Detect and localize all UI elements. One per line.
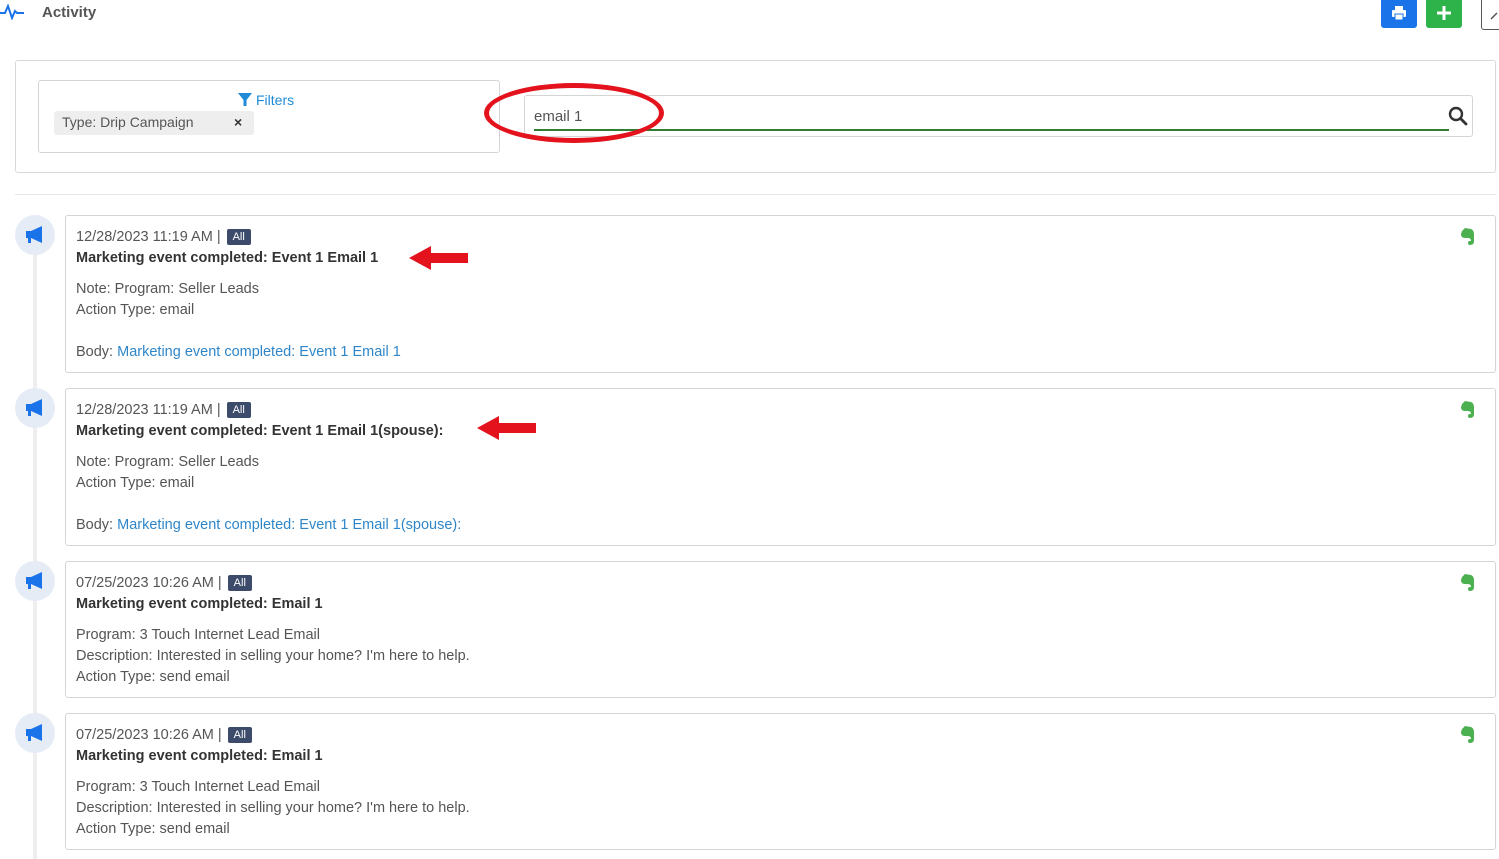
visibility-badge: All [227, 727, 252, 743]
filters-link[interactable]: Filters [238, 92, 294, 108]
evernote-icon[interactable] [1459, 574, 1475, 592]
body-link[interactable]: Marketing event completed: Event 1 Email… [117, 344, 401, 360]
activity-title: Marketing event completed: Email 1 [76, 748, 323, 764]
visibility-badge: All [226, 229, 251, 245]
filter-chip: Type: Drip Campaign × [54, 111, 254, 135]
megaphone-icon [26, 724, 42, 741]
filters-label: Filters [256, 92, 295, 108]
activity-action-type: Action Type: send email [76, 669, 230, 685]
megaphone-avatar [15, 713, 55, 753]
activity-date-line: 12/28/2023 11:19 AM | All [76, 228, 251, 246]
megaphone-avatar [15, 215, 55, 255]
activity-description: Description: Interested in selling your … [76, 800, 470, 816]
activity-card: 07/25/2023 10:26 AM | All Marketing even… [65, 713, 1496, 850]
activity-note: Note: Program: Seller Leads [76, 454, 259, 470]
activity-action-type: Action Type: email [76, 302, 195, 318]
activity-header: Activity [0, 0, 1499, 36]
annotation-arrow [477, 416, 536, 440]
visibility-badge: All [227, 575, 252, 591]
divider [15, 194, 1496, 195]
expand-button[interactable] [1481, 0, 1499, 30]
expand-icon [1490, 12, 1498, 20]
activity-date-line: 07/25/2023 10:26 AM | All [76, 574, 252, 592]
annotation-ellipse [484, 83, 664, 143]
activity-description: Description: Interested in selling your … [76, 648, 470, 664]
evernote-icon[interactable] [1459, 228, 1475, 246]
activity-date: 12/28/2023 11:19 AM | [76, 229, 221, 245]
annotation-arrow [409, 246, 468, 270]
megaphone-icon [26, 572, 42, 589]
activity-body: Body: Marketing event completed: Event 1… [76, 516, 461, 534]
pulse-icon [0, 4, 24, 20]
page-title: Activity [42, 4, 97, 21]
search-icon[interactable] [1448, 106, 1468, 126]
activity-date: 07/25/2023 10:26 AM | [76, 727, 222, 743]
megaphone-icon [26, 226, 42, 243]
chip-remove-icon[interactable]: × [234, 114, 242, 130]
activity-action-type: Action Type: email [76, 475, 195, 491]
megaphone-avatar [15, 561, 55, 601]
activity-card: 12/28/2023 11:19 AM | All Marketing even… [65, 215, 1496, 373]
activity-date: 12/28/2023 11:19 AM | [76, 402, 221, 418]
evernote-icon[interactable] [1459, 401, 1475, 419]
filter-chip-label: Type: Drip Campaign [62, 114, 194, 130]
print-icon [1392, 6, 1406, 21]
timeline-line [33, 216, 37, 859]
filter-icon [238, 93, 252, 106]
activity-program: Program: 3 Touch Internet Lead Email [76, 627, 320, 643]
activity-date-line: 07/25/2023 10:26 AM | All [76, 726, 252, 744]
add-button[interactable] [1426, 0, 1462, 28]
megaphone-avatar [15, 388, 55, 428]
activity-action-type: Action Type: send email [76, 821, 230, 837]
search-input[interactable] [534, 103, 1449, 131]
body-label: Body: [76, 344, 114, 360]
activity-note: Note: Program: Seller Leads [76, 281, 259, 297]
activity-program: Program: 3 Touch Internet Lead Email [76, 779, 320, 795]
activity-card: 12/28/2023 11:19 AM | All Marketing even… [65, 388, 1496, 546]
print-button[interactable] [1381, 0, 1417, 28]
activity-body: Body: Marketing event completed: Event 1… [76, 343, 401, 361]
evernote-icon[interactable] [1459, 726, 1475, 744]
body-label: Body: [76, 517, 114, 533]
activity-date: 07/25/2023 10:26 AM | [76, 575, 222, 591]
activity-title: Marketing event completed: Event 1 Email… [76, 250, 379, 266]
activity-title: Marketing event completed: Email 1 [76, 596, 323, 612]
megaphone-icon [26, 399, 42, 416]
visibility-badge: All [226, 402, 251, 418]
activity-date-line: 12/28/2023 11:19 AM | All [76, 401, 251, 419]
activity-title: Marketing event completed: Event 1 Email… [76, 423, 444, 439]
plus-icon [1437, 6, 1451, 20]
body-link[interactable]: Marketing event completed: Event 1 Email… [117, 517, 461, 533]
activity-card: 07/25/2023 10:26 AM | All Marketing even… [65, 561, 1496, 698]
